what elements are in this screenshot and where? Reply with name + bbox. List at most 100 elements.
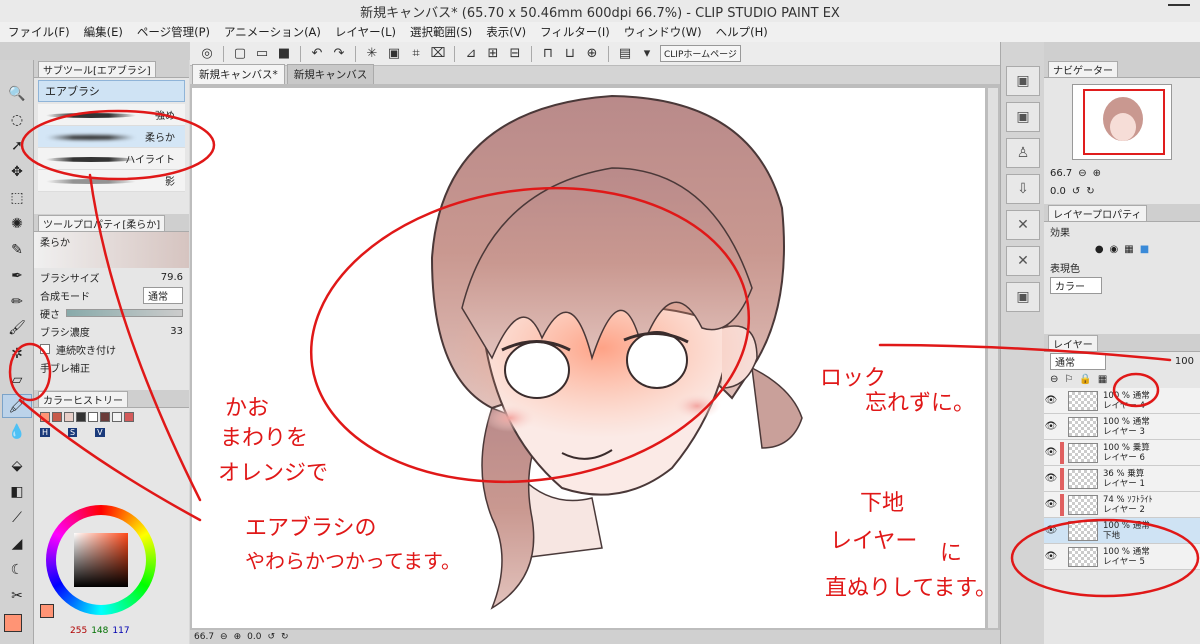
navigator-angle[interactable]: 0.0 [1050,186,1066,197]
effect-tone-icon[interactable]: ◉ [1110,244,1119,255]
history-swatch[interactable] [64,412,74,422]
new-file-icon[interactable]: ▢ [231,45,249,63]
pose-material-icon[interactable]: ♙ [1006,138,1040,168]
doc-tab[interactable]: 新規キャンバス [286,64,375,84]
snap-special-icon[interactable]: ⊟ [506,45,524,63]
layer-row[interactable]: 👁 100 % 通常 レイヤー 4 [1044,388,1200,414]
selection-tool-icon[interactable]: ⬚ [2,186,32,210]
blend-mode-select[interactable]: 通常 [143,286,183,304]
operation-tool-icon[interactable]: ➚ [2,134,32,158]
eraser-tool-icon[interactable]: ▱ [2,368,32,392]
continuous-checkbox[interactable] [40,344,50,354]
save-icon[interactable]: ■ [275,45,293,63]
navigator-tab-label[interactable]: ナビゲーター [1048,60,1118,77]
eye-icon[interactable]: 👁 [1044,499,1058,510]
menu-animation[interactable]: アニメーション(A) [224,24,321,40]
brush-tool-icon[interactable]: 🖌 [2,316,32,340]
navigator-zoom[interactable]: 66.7 [1050,168,1072,179]
eye-icon[interactable]: 👁 [1044,551,1058,562]
airbrush-tool-icon[interactable]: 🖍 [2,394,32,418]
minimize-button[interactable] [1168,4,1190,16]
layer-blend-select[interactable]: 通常 [1050,352,1106,370]
clip-studio-icon[interactable]: ◎ [198,45,216,63]
subtool-group-airbrush[interactable]: エアブラシ [38,80,185,102]
pen-tool-icon[interactable]: ✒ [2,264,32,288]
brush-size-row[interactable]: ブラシサイズ 79.6 [34,268,189,286]
navigator-view-box[interactable] [1083,89,1165,155]
material-folder-icon[interactable]: ▣ [1006,66,1040,96]
blend-mode-row[interactable]: 合成モード 通常 [34,286,189,304]
figure-tool-icon[interactable]: ⟋ [2,506,32,530]
rotate-left-icon[interactable]: ↺ [1072,186,1080,197]
eyedropper-tool-icon[interactable]: ✎ [2,238,32,262]
delete-material-icon[interactable]: ✕ [1006,246,1040,276]
history-swatch[interactable] [40,412,50,422]
deselect-icon[interactable]: ⌧ [429,45,447,63]
clip-homepage-button[interactable]: CLIPホームページ [660,45,741,62]
material-icon[interactable]: ▤ [616,45,634,63]
rotate-right-icon[interactable]: ↻ [281,632,289,642]
rotate-left-icon[interactable]: ↺ [267,632,275,642]
zoom-out-icon[interactable]: ⊖ [1078,168,1086,179]
gradient-tool-icon[interactable]: ◧ [2,480,32,504]
rotate-tool-icon[interactable]: ◌ [2,108,32,132]
history-swatch[interactable] [88,412,98,422]
history-swatch[interactable] [124,412,134,422]
zoom-tool-icon[interactable]: 🔍 [2,82,32,106]
history-swatch[interactable] [76,412,86,422]
snap-grid-icon[interactable]: ⊞ [484,45,502,63]
menu-help[interactable]: ヘルプ(H) [716,24,768,40]
brush-strong[interactable]: 強め [38,104,185,126]
blend-tool-icon[interactable]: 💧 [2,420,32,444]
eye-icon[interactable]: 👁 [1044,447,1058,458]
transform-icon[interactable]: ⌗ [407,45,425,63]
brush-soft[interactable]: 柔らか [38,126,185,148]
effect-border-icon[interactable]: ● [1095,244,1104,255]
fg-color-swatch[interactable] [40,604,54,618]
color-sv-square[interactable] [74,533,128,587]
menu-layer[interactable]: レイヤー(L) [335,24,396,40]
hardness-slider[interactable] [66,309,183,317]
brush-shadow[interactable]: 影 [38,170,185,192]
fill-tool-icon[interactable]: ⬙ [2,454,32,478]
snap-ruler-icon[interactable]: ⊿ [462,45,480,63]
color-wheel[interactable] [46,505,156,615]
history-swatch[interactable] [52,412,62,422]
subtool-tab-label[interactable]: サブツール[エアブラシ] [38,60,156,77]
layer-property-tab-label[interactable]: レイヤープロパティ [1048,204,1147,221]
layer-tab-label[interactable]: レイヤー [1048,334,1098,351]
layer-row[interactable]: 👁 36 % 乗算 レイヤー 1 [1044,466,1200,492]
open-folder-icon[interactable]: ▭ [253,45,271,63]
dropdown-icon[interactable]: ▾ [638,45,656,63]
continuous-row[interactable]: 連続吹き付け [34,340,189,358]
rotate-right-icon[interactable]: ↻ [1086,186,1094,197]
status-angle[interactable]: 0.0 [247,632,261,642]
menu-filter[interactable]: フィルター(I) [540,24,610,40]
menu-file[interactable]: ファイル(F) [8,24,70,40]
fill-icon[interactable]: ▣ [385,45,403,63]
eye-icon[interactable]: 👁 [1044,473,1058,484]
status-zoom[interactable]: 66.7 [194,632,214,642]
correction-tool-icon[interactable]: ✂ [2,584,32,608]
menu-page[interactable]: ページ管理(P) [137,24,210,40]
material-folder-icon[interactable]: ▣ [1006,282,1040,312]
density-row[interactable]: ブラシ濃度 33 [34,322,189,340]
decoration-tool-icon[interactable]: ✲ [2,342,32,366]
balloon-tool-icon[interactable]: ☾ [2,558,32,582]
menu-selection[interactable]: 選択範囲(S) [410,24,472,40]
auto-select-tool-icon[interactable]: ✺ [2,212,32,236]
snap-icon-2[interactable]: ⊔ [561,45,579,63]
snap-icon-1[interactable]: ⊓ [539,45,557,63]
navigator-thumbnail[interactable] [1072,84,1172,160]
frame-tool-icon[interactable]: ◢ [2,532,32,556]
menu-edit[interactable]: 編集(E) [84,24,123,40]
snap-icon-3[interactable]: ⊕ [583,45,601,63]
hardness-row[interactable]: 硬さ [34,304,189,322]
right-collapse-strip[interactable] [1044,42,1200,60]
undo-icon[interactable]: ↶ [308,45,326,63]
canvas-vertical-scrollbar[interactable] [988,88,998,628]
density-value[interactable]: 33 [170,326,183,337]
reference-layer-icon[interactable]: ⚐ [1064,374,1073,385]
redo-icon[interactable]: ↷ [330,45,348,63]
menu-window[interactable]: ウィンドウ(W) [624,24,702,40]
